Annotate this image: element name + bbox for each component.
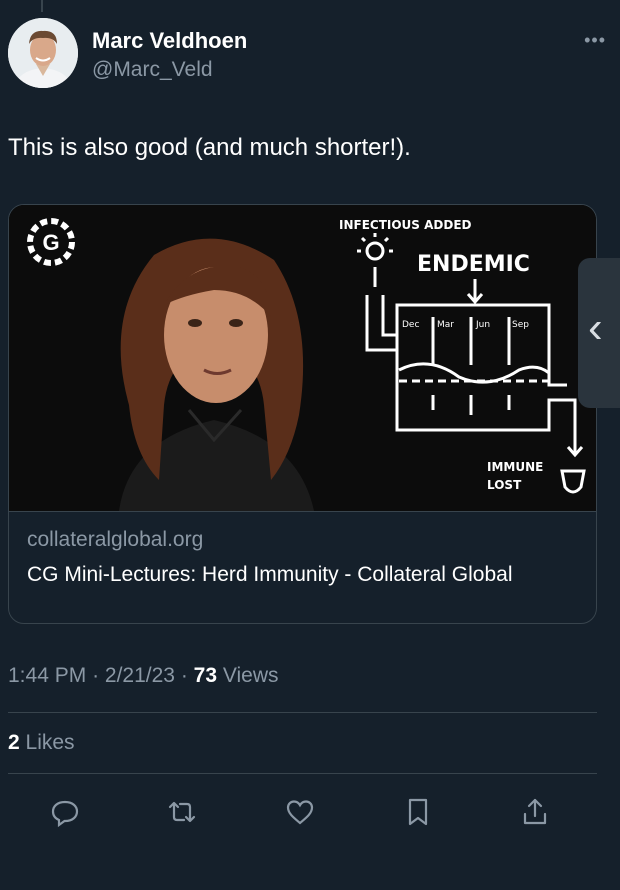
likes-label: Likes	[25, 731, 75, 754]
bookmark-icon[interactable]	[400, 794, 436, 830]
month-label-sep: Sep	[512, 320, 529, 330]
month-label-jun: Jun	[475, 320, 490, 330]
logo-letter: G	[42, 230, 59, 255]
views-count[interactable]: 73	[194, 664, 217, 687]
card-domain: collateralglobal.org	[27, 528, 204, 551]
thread-line	[41, 0, 43, 12]
tweet-text: This is also good (and much shorter!).	[8, 134, 411, 161]
likes-stat[interactable]: 2 Likes	[8, 731, 75, 755]
infectious-added-label: INFECTIOUS ADDED	[339, 218, 472, 232]
card-title[interactable]: CG Mini-Lectures: Herd Immunity - Collat…	[27, 560, 582, 589]
link-card[interactable]: G INFECTIOUS ADDED ENDEMIC Dec Mar Jun S…	[8, 204, 597, 624]
card-thumbnail[interactable]: G INFECTIOUS ADDED ENDEMIC Dec Mar Jun S…	[9, 205, 596, 511]
month-label-dec: Dec	[402, 320, 419, 330]
divider	[8, 773, 597, 774]
presenter-image	[119, 238, 314, 511]
side-panel-handle[interactable]: ‹	[578, 258, 620, 408]
immune-label: IMMUNE	[487, 460, 543, 474]
tweet-time[interactable]: 1:44 PM	[8, 664, 86, 687]
avatar[interactable]	[8, 18, 78, 88]
share-icon[interactable]	[517, 794, 553, 830]
tweet-header: Marc Veldhoen @Marc_Veld •••	[8, 18, 612, 90]
more-options-button[interactable]: •••	[584, 30, 606, 51]
tweet-date[interactable]: 2/21/23	[105, 664, 175, 687]
lost-label: LOST	[487, 478, 522, 492]
retweet-icon[interactable]	[164, 794, 200, 830]
meta-separator: ·	[92, 664, 100, 687]
meta-separator: ·	[180, 664, 188, 687]
views-label[interactable]: Views	[223, 664, 279, 687]
reply-icon[interactable]	[47, 794, 83, 830]
month-label-mar: Mar	[437, 320, 454, 330]
action-bar	[0, 790, 620, 834]
likes-count: 2	[8, 731, 20, 754]
endemic-label: ENDEMIC	[417, 252, 530, 277]
like-icon[interactable]	[282, 794, 318, 830]
tweet-meta: 1:44 PM · 2/21/23 · 73 Views	[8, 664, 279, 688]
divider	[8, 712, 597, 713]
author-name[interactable]: Marc Veldhoen	[92, 28, 247, 54]
card-footer[interactable]: collateralglobal.org CG Mini-Lectures: H…	[9, 511, 596, 623]
author-handle[interactable]: @Marc_Veld	[92, 58, 213, 82]
chevron-left-icon: ‹	[588, 303, 603, 352]
